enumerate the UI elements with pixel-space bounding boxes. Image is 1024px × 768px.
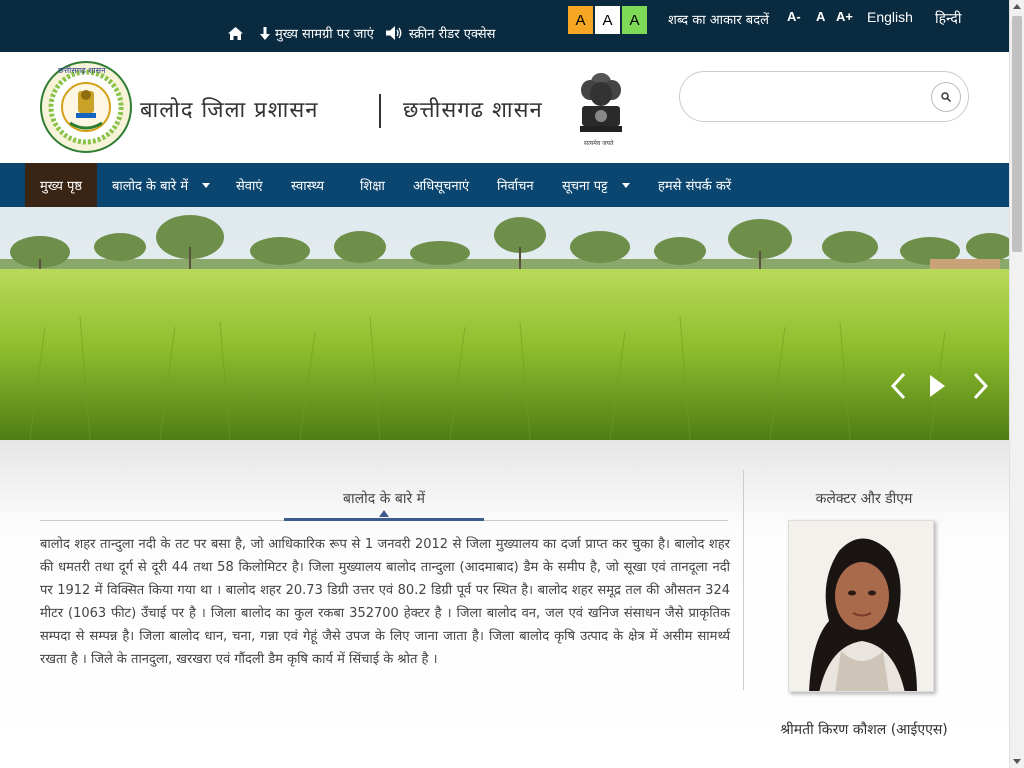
collector-name: श्रीमती किरण कौशल (आईएएस): [780, 722, 948, 738]
search-button[interactable]: [931, 82, 961, 112]
nav-item-label: सेवाएं: [236, 179, 263, 194]
nav-item-label: शिक्षा: [360, 179, 385, 194]
collector-portrait: [789, 521, 933, 691]
nav-item-label: स्वास्थ्य: [291, 179, 325, 194]
nav-item-label: बालोद के बारे में: [112, 179, 189, 194]
nav-item-about[interactable]: बालोद के बारे में: [112, 163, 211, 207]
hero-banner: [0, 207, 1009, 440]
nav-item-label: निर्वाचन: [497, 179, 534, 194]
slider-play-icon[interactable]: [928, 372, 946, 400]
nav-item-services[interactable]: सेवाएं: [236, 163, 263, 207]
about-accent-bar: [284, 518, 484, 521]
title-separator: [379, 94, 381, 128]
top-links: मुख्य सामग्री पर जाएं स्क्रीन रीडर एक्से…: [228, 24, 507, 42]
about-heading: बालोद के बारे में: [343, 491, 425, 507]
collector-heading: कलेक्टर और डीएम: [815, 491, 913, 507]
nav-item-notifications[interactable]: अधिसूचनाएं: [413, 163, 469, 207]
font-decrease-button[interactable]: A-: [787, 9, 801, 24]
scroll-thumb[interactable]: [1012, 16, 1022, 252]
collector-photo: [788, 520, 934, 692]
column-divider: [743, 470, 744, 690]
site-subtitle: छत्तीसगढ शासन: [403, 98, 543, 123]
page-scrollbar[interactable]: [1009, 0, 1024, 768]
font-normal-button[interactable]: A: [816, 9, 825, 24]
emblem-motto: सत्यमेव जयते: [584, 140, 614, 147]
logo-text: छत्तीसगढ़ शासन: [58, 66, 106, 75]
speaker-icon: [385, 26, 402, 40]
slider-next-icon[interactable]: [972, 372, 990, 400]
nav-item-health[interactable]: स्वास्थ्य: [291, 163, 324, 207]
nav-item-label: हमसे संपर्क करें: [658, 179, 732, 194]
nav-item-noticeboard[interactable]: सूचना पट्ट: [562, 163, 630, 207]
search-input[interactable]: [694, 84, 924, 110]
nav-item-label: मुख्य पृष्ठ: [40, 179, 83, 194]
nav-item-home[interactable]: मुख्य पृष्ठ: [25, 163, 98, 207]
font-increase-button[interactable]: A+: [836, 9, 853, 24]
nav-item-contact[interactable]: हमसे संपर्क करें: [658, 163, 731, 207]
contrast-green-button[interactable]: A: [621, 5, 648, 35]
search-box: [679, 71, 969, 122]
home-icon: [228, 26, 243, 40]
skip-to-content-label: मुख्य सामग्री पर जाएं: [275, 27, 374, 42]
main-nav: मुख्य पृष्ठ बालोद के बारे में सेवाएं स्व…: [0, 163, 1009, 207]
caret-down-icon: [202, 182, 211, 188]
site-header: छत्तीसगढ़ शासन बालोद जिला प्रशासन छत्तीस…: [0, 52, 1009, 163]
contrast-orange-button[interactable]: A: [567, 5, 594, 35]
scroll-up-icon[interactable]: [1013, 4, 1021, 9]
font-size-label: शब्द का आकार बदलें: [668, 13, 769, 28]
about-text: बालोद शहर तान्दुला नदी के तट पर बसा है, …: [40, 537, 730, 667]
screen-reader-label: स्क्रीन रीडर एक्सेस: [408, 27, 496, 42]
scroll-down-icon[interactable]: [1013, 759, 1021, 764]
nav-item-elections[interactable]: निर्वाचन: [497, 163, 534, 207]
contrast-white-button[interactable]: A: [594, 5, 621, 35]
caret-down-icon: [621, 182, 630, 188]
search-icon: [941, 92, 951, 102]
top-bar: मुख्य सामग्री पर जाएं स्क्रीन रीडर एक्से…: [0, 0, 1009, 52]
contrast-switcher: A A A: [567, 5, 648, 35]
paddy-field-image: [0, 207, 1009, 440]
arrow-down-icon: [260, 26, 270, 40]
nav-item-label: अधिसूचनाएं: [413, 179, 470, 194]
nav-item-education[interactable]: शिक्षा: [360, 163, 385, 207]
skip-to-content-link[interactable]: मुख्य सामग्री पर जाएं: [260, 24, 374, 42]
national-emblem: [580, 73, 622, 132]
lang-hindi-link[interactable]: हिन्दी: [935, 9, 961, 28]
screen-reader-link[interactable]: स्क्रीन रीडर एक्सेस: [385, 24, 496, 42]
about-arrow-icon: [379, 510, 389, 517]
lang-english-link[interactable]: English: [867, 9, 913, 25]
nav-item-label: सूचना पट्ट: [562, 179, 608, 194]
site-title[interactable]: बालोद जिला प्रशासन: [140, 94, 318, 124]
slider-prev-icon[interactable]: [889, 372, 907, 400]
home-link[interactable]: [228, 26, 248, 40]
